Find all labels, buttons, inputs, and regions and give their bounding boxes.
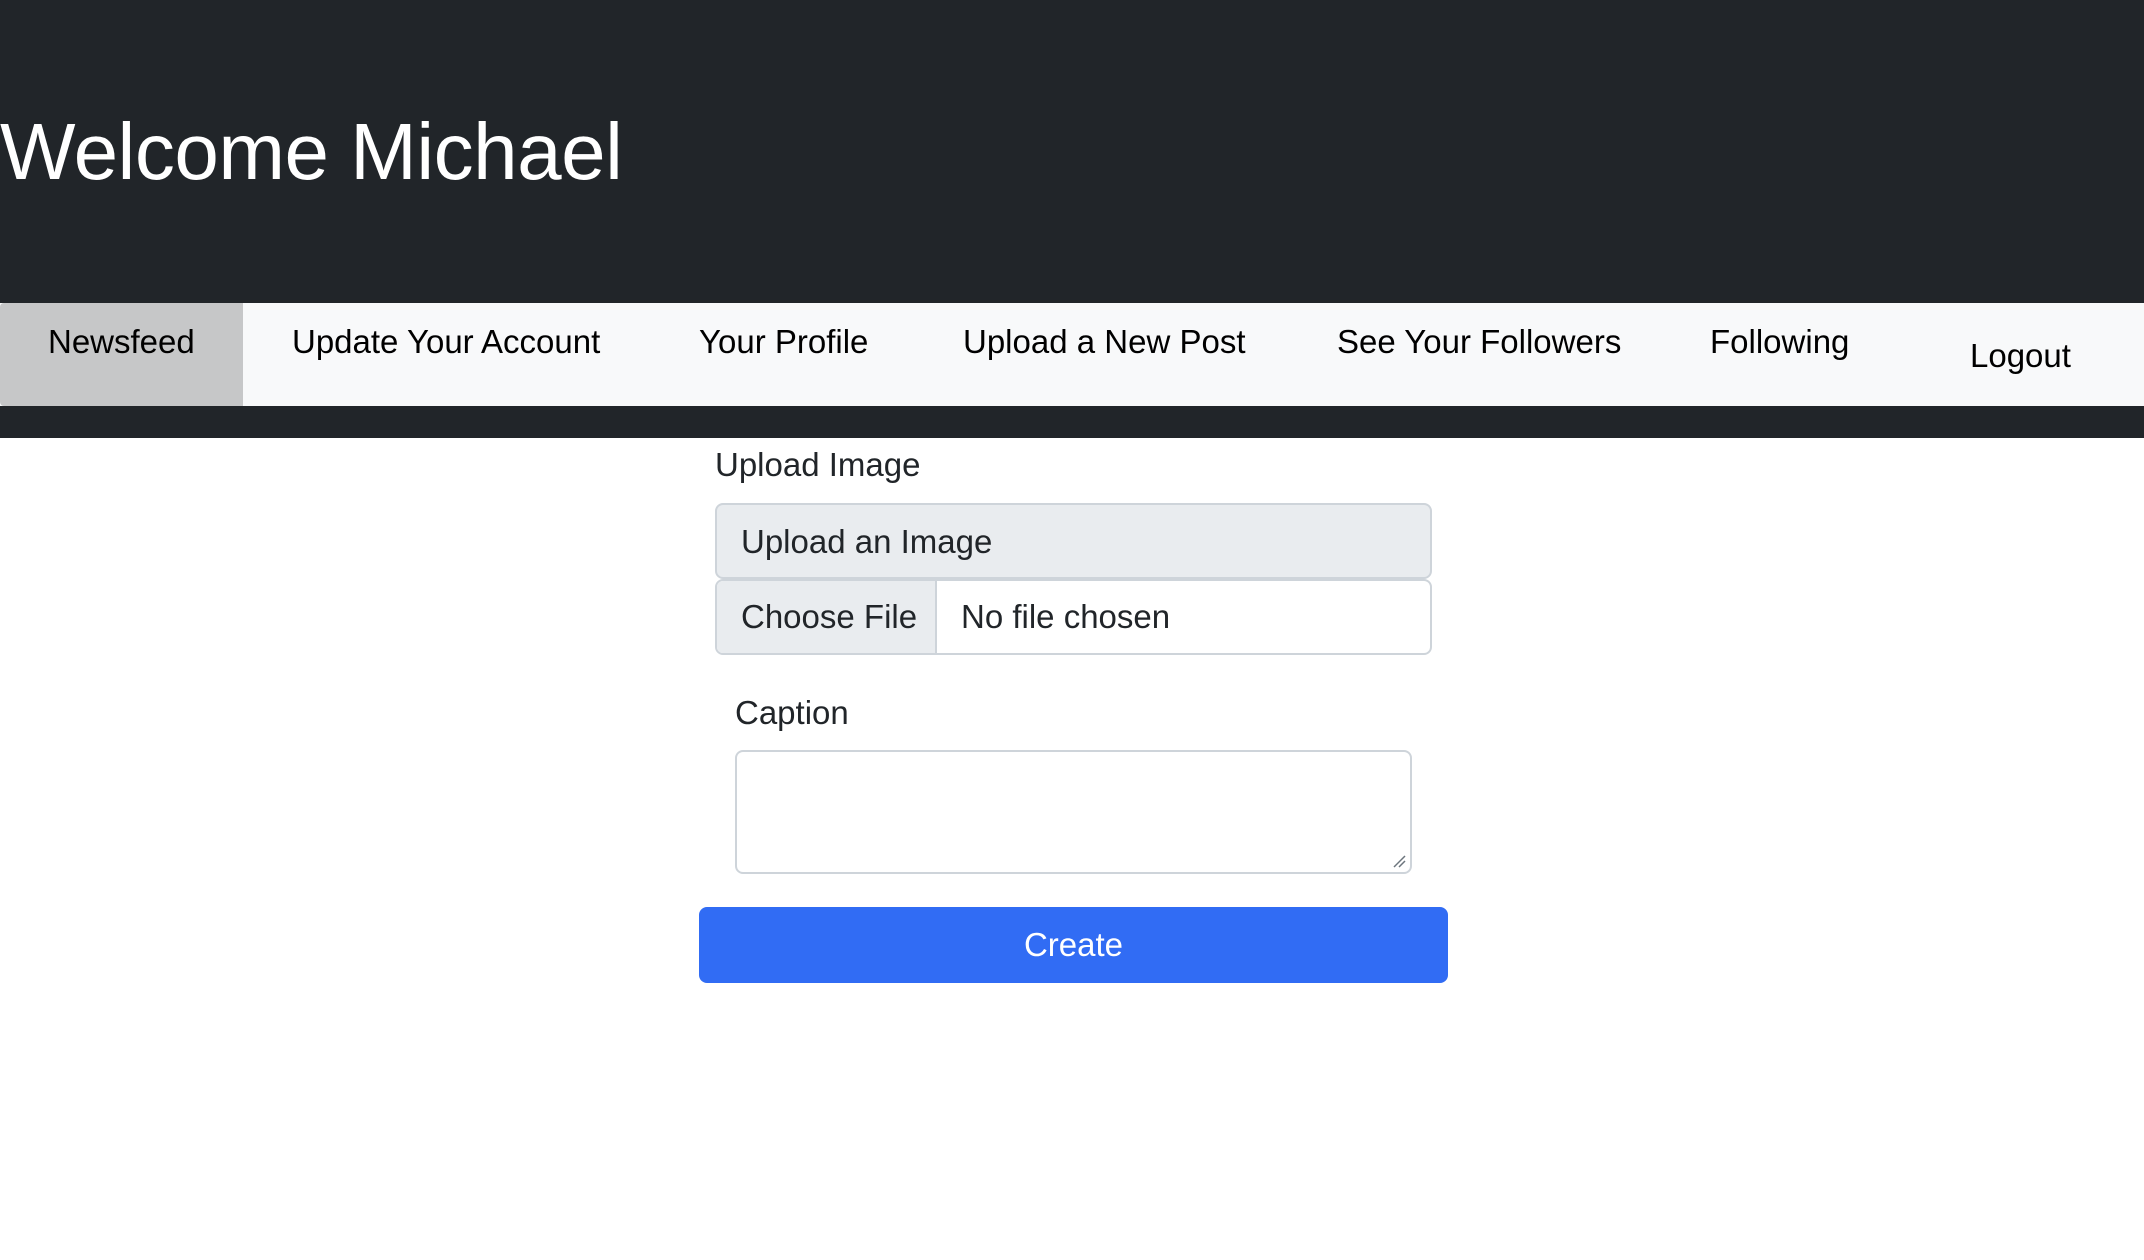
resize-grip-icon[interactable]: [1392, 854, 1406, 868]
upload-image-label: Upload Image: [715, 446, 921, 483]
nav-item-following[interactable]: Following: [1710, 303, 1849, 406]
file-input[interactable]: Choose File No file chosen: [715, 579, 1432, 655]
page-header: Welcome Michael Newsfeed Update Your Acc…: [0, 0, 2144, 438]
caption-label: Caption: [735, 694, 849, 731]
main-nav: Newsfeed Update Your Account Your Profil…: [0, 303, 2144, 406]
nav-item-update-account[interactable]: Update Your Account: [292, 303, 600, 406]
logout-button[interactable]: Logout: [1970, 303, 2071, 406]
nav-item-upload-post[interactable]: Upload a New Post: [963, 303, 1245, 406]
page-title: Welcome Michael: [0, 107, 623, 196]
nav-item-newsfeed[interactable]: Newsfeed: [0, 303, 243, 406]
file-status-text: No file chosen: [961, 598, 1171, 635]
upload-image-group-text: Upload an Image: [715, 503, 1432, 579]
nav-item-followers[interactable]: See Your Followers: [1337, 303, 1621, 406]
choose-file-button[interactable]: Choose File: [717, 581, 937, 653]
nav-item-your-profile[interactable]: Your Profile: [699, 303, 868, 406]
caption-textarea[interactable]: [735, 750, 1412, 874]
create-button[interactable]: Create: [699, 907, 1448, 983]
upload-post-form: Upload Image Upload an Image Choose File…: [0, 438, 2144, 1260]
